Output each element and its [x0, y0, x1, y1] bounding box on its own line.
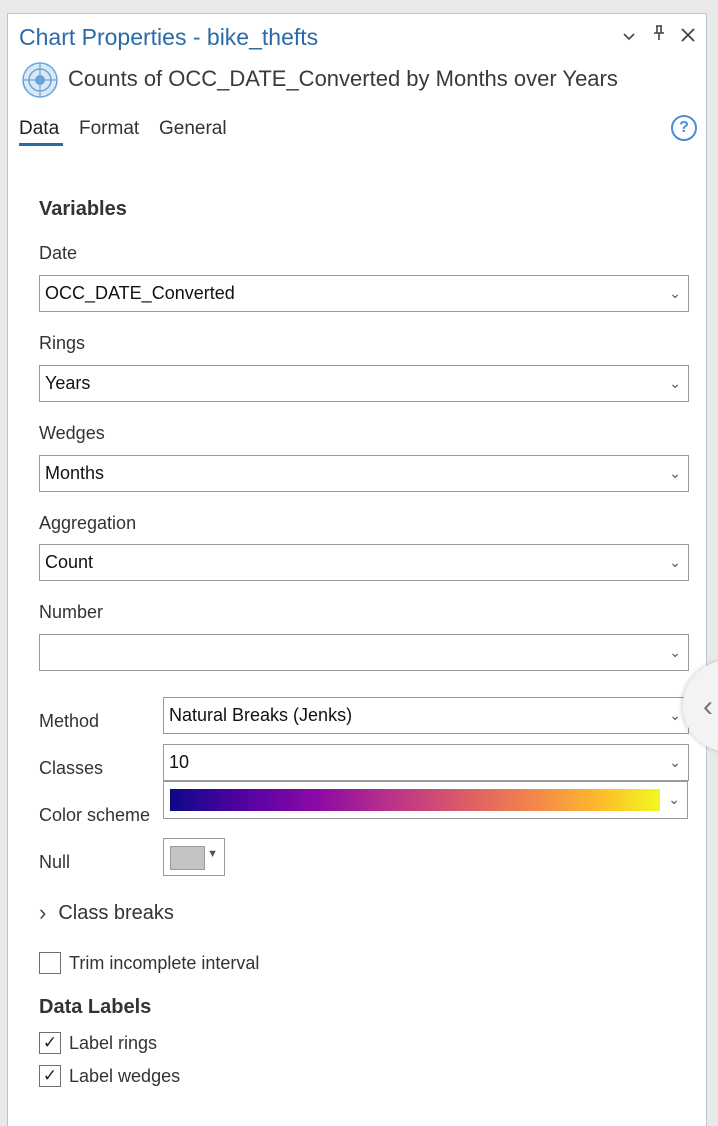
chevron-down-icon: ⌄: [669, 554, 681, 570]
label-wedges-checkbox[interactable]: ✓: [39, 1065, 61, 1087]
wedges-select-value: Months: [45, 463, 105, 483]
label-rings-row[interactable]: ✓ Label rings: [39, 1032, 157, 1054]
aggregation-label: Aggregation: [39, 513, 137, 533]
class-breaks-toggle[interactable]: › Class breaks: [39, 900, 174, 926]
wedges-select[interactable]: Months ⌄: [39, 455, 689, 492]
data-labels-heading: Data Labels: [39, 996, 152, 1018]
rings-select-value: Years: [45, 373, 91, 393]
chevron-right-icon: ›: [39, 900, 47, 925]
trim-incomplete-label: Trim incomplete interval: [69, 952, 260, 973]
date-select-value: OCC_DATE_Converted: [45, 283, 235, 303]
method-select[interactable]: Natural Breaks (Jenks) ⌄: [163, 697, 689, 734]
rings-label: Rings: [39, 333, 86, 353]
chevron-down-icon: ⌄: [669, 465, 681, 481]
pin-icon[interactable]: [652, 24, 666, 47]
trim-incomplete-checkbox[interactable]: [39, 952, 61, 974]
rings-select[interactable]: Years ⌄: [39, 365, 689, 402]
tab-general[interactable]: General: [159, 118, 227, 140]
date-label: Date: [39, 243, 78, 263]
label-rings-label: Label rings: [69, 1032, 158, 1053]
label-wedges-row[interactable]: ✓ Label wedges: [39, 1065, 180, 1087]
chevron-left-icon: ‹: [703, 690, 713, 723]
tab-format[interactable]: Format: [79, 118, 139, 140]
color-ramp-swatch: [170, 789, 660, 811]
chevron-down-icon: ⌄: [669, 375, 681, 391]
chevron-down-icon: ⌄: [669, 285, 681, 301]
classes-select[interactable]: 10 ⌄: [163, 744, 689, 781]
variables-heading: Variables: [39, 198, 127, 220]
classes-select-value: 10: [169, 752, 190, 772]
null-label: Null: [39, 852, 71, 872]
color-scheme-select[interactable]: ⌄: [163, 781, 688, 819]
close-icon[interactable]: [680, 26, 696, 48]
number-label: Number: [39, 602, 104, 622]
trim-incomplete-row[interactable]: Trim incomplete interval: [39, 952, 259, 974]
active-tab-indicator: [19, 143, 63, 146]
date-select[interactable]: OCC_DATE_Converted ⌄: [39, 275, 689, 312]
chevron-down-icon: ⌄: [669, 754, 681, 770]
null-color-swatch: [170, 846, 205, 870]
class-breaks-label: Class breaks: [58, 901, 174, 924]
radial-chart-icon: [21, 61, 59, 104]
method-select-value: Natural Breaks (Jenks): [169, 705, 353, 725]
chevron-down-icon: ⌄: [668, 791, 680, 807]
label-wedges-label: Label wedges: [69, 1065, 181, 1086]
wedges-label: Wedges: [39, 423, 105, 443]
number-select[interactable]: ⌄: [39, 634, 689, 671]
pane-title: Chart Properties - bike_thefts: [19, 24, 319, 50]
method-label: Method: [39, 711, 100, 731]
chevron-down-icon: ⌄: [669, 644, 681, 660]
aggregation-select-value: Count: [45, 552, 94, 572]
null-color-picker[interactable]: ▼: [163, 838, 225, 876]
label-rings-checkbox[interactable]: ✓: [39, 1032, 61, 1054]
classes-label: Classes: [39, 758, 104, 778]
color-scheme-label: Color scheme: [39, 805, 151, 825]
chart-properties-pane: Chart Properties - bike_thefts Counts of…: [7, 13, 707, 1126]
chevron-down-icon: ⌄: [669, 707, 681, 723]
aggregation-select[interactable]: Count ⌄: [39, 544, 689, 581]
chart-subtitle: Counts of OCC_DATE_Converted by Months o…: [68, 66, 618, 91]
pane-menu-dropdown-icon[interactable]: [622, 26, 636, 48]
tab-data[interactable]: Data: [19, 118, 59, 140]
chevron-down-icon: ▼: [207, 848, 218, 860]
help-icon[interactable]: ?: [671, 115, 697, 141]
